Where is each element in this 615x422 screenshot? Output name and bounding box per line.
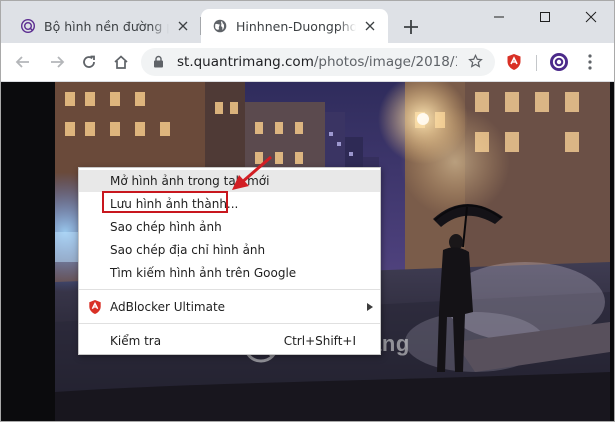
forward-arrow-icon xyxy=(51,56,65,68)
back-button[interactable] xyxy=(13,52,33,72)
home-icon xyxy=(114,55,128,69)
browser-window: Bộ hình nền đường phố Hinhnen-Duongpho-7… xyxy=(0,0,615,422)
url-host: st.quantrimang.com xyxy=(177,54,314,70)
maximize-button[interactable] xyxy=(522,1,568,33)
menu-item-label: Kiểm tra xyxy=(110,334,162,348)
bookmark-star-icon[interactable] xyxy=(468,54,483,69)
home-button[interactable] xyxy=(111,52,131,72)
tab-title: Hinhnen-Duongpho-7.jpg xyxy=(236,18,356,34)
tab-close-icon[interactable] xyxy=(362,18,378,34)
menu-separator xyxy=(79,289,380,290)
menu-item-label: Sao chép hình ảnh xyxy=(110,220,222,234)
toolbar-divider xyxy=(536,55,537,71)
menu-separator xyxy=(79,323,380,324)
menu-item-shortcut: Ctrl+Shift+I xyxy=(283,334,356,348)
quantrimang-favicon-icon xyxy=(21,19,35,33)
reload-icon xyxy=(83,55,95,68)
menu-item-label: AdBlocker Ultimate xyxy=(110,300,226,314)
menu-item-adblocker-ultimate[interactable]: AdBlocker Ultimate xyxy=(79,296,380,318)
menu-item-label: Tìm kiếm hình ảnh trên Google xyxy=(110,266,297,280)
menu-item-inspect[interactable]: Kiểm tra Ctrl+Shift+I xyxy=(79,330,380,352)
tab-street-wallpapers[interactable]: Bộ hình nền đường phố xyxy=(9,9,201,43)
close-window-button[interactable] xyxy=(568,1,614,33)
address-bar[interactable]: st.quantrimang.com/photos/image/2018/1..… xyxy=(141,48,495,76)
annotation-arrow-icon xyxy=(232,155,272,190)
back-arrow-icon xyxy=(15,56,29,68)
tab-close-icon[interactable] xyxy=(175,18,191,34)
tab-title: Bộ hình nền đường phố xyxy=(44,18,169,34)
url-path: /photos/image/2018/1... xyxy=(313,54,457,70)
adblocker-shield-icon[interactable] xyxy=(506,53,522,71)
new-tab-plus-icon[interactable] xyxy=(401,17,421,37)
profile-avatar-icon[interactable] xyxy=(549,52,569,72)
forward-button[interactable] xyxy=(47,52,67,72)
adblocker-shield-icon xyxy=(89,300,101,314)
highlight-box xyxy=(102,191,228,213)
tab-image[interactable]: Hinhnen-Duongpho-7.jpg xyxy=(201,9,388,43)
menu-item-label: Sao chép địa chỉ hình ảnh xyxy=(110,243,266,257)
menu-kebab-icon[interactable] xyxy=(587,53,593,71)
minimize-button[interactable] xyxy=(476,1,522,33)
menu-item-copy-image-address[interactable]: Sao chép địa chỉ hình ảnh xyxy=(79,239,380,261)
reload-button[interactable] xyxy=(79,52,99,72)
menu-item-search-image-google[interactable]: Tìm kiếm hình ảnh trên Google xyxy=(79,262,380,284)
tab-strip: Bộ hình nền đường phố Hinhnen-Duongpho-7… xyxy=(1,1,614,43)
globe-icon xyxy=(213,19,227,33)
browser-toolbar: st.quantrimang.com/photos/image/2018/1..… xyxy=(1,43,614,82)
menu-item-copy-image[interactable]: Sao chép hình ảnh xyxy=(79,216,380,238)
lock-icon xyxy=(154,55,163,68)
submenu-arrow-icon xyxy=(367,303,373,311)
url-text: st.quantrimang.com/photos/image/2018/1..… xyxy=(177,54,457,70)
